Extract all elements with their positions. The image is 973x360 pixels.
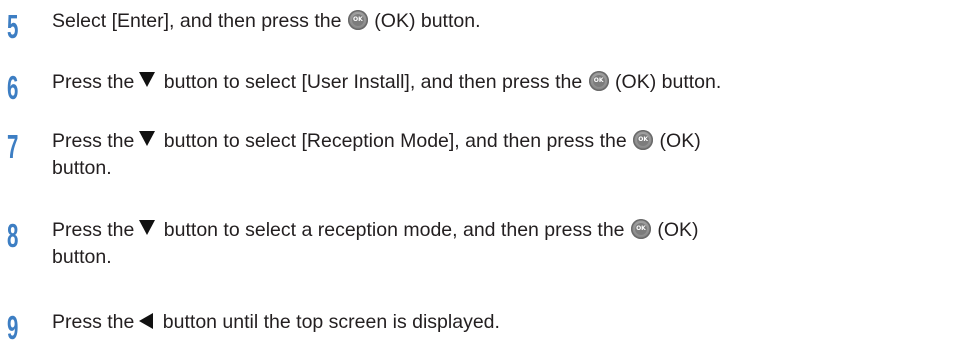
step-instruction: Press the button to select [Reception Mo… bbox=[52, 130, 701, 179]
step-instruction: Press the button to select [User Install… bbox=[52, 71, 722, 93]
step-instruction: Press the button to select a reception m… bbox=[52, 219, 699, 268]
step-instruction: Select [Enter], and then press the OK (O… bbox=[52, 10, 481, 32]
step-number: 9 bbox=[7, 309, 19, 346]
ok-button-icon: OK bbox=[633, 130, 654, 150]
ok-button-icon: OK bbox=[630, 219, 651, 239]
left-arrow-button-icon bbox=[139, 313, 154, 329]
step-instruction: Press the button until the top screen is… bbox=[52, 311, 500, 333]
ok-button-icon: OK bbox=[588, 71, 609, 91]
down-arrow-button-icon bbox=[139, 131, 156, 146]
step-number: 6 bbox=[7, 69, 19, 106]
down-arrow-button-icon bbox=[139, 72, 156, 87]
step-number: 7 bbox=[7, 128, 19, 165]
step-number: 8 bbox=[7, 217, 19, 254]
ok-button-icon: OK bbox=[347, 10, 368, 30]
down-arrow-button-icon bbox=[139, 220, 156, 235]
step-number: 5 bbox=[7, 8, 19, 45]
